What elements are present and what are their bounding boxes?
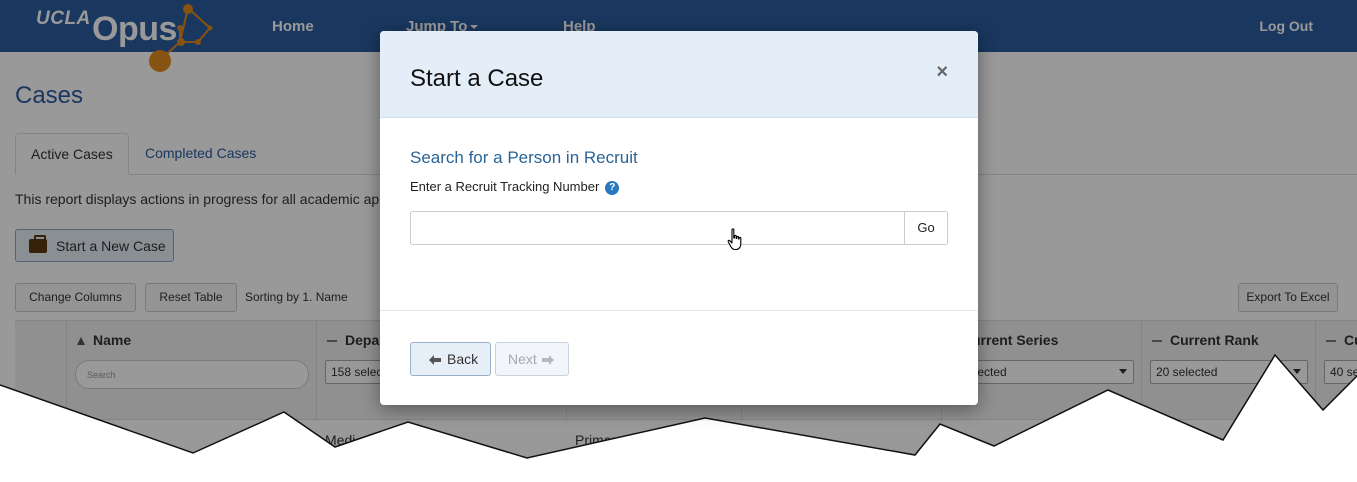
close-icon[interactable]: × <box>936 62 948 82</box>
tracking-number-label-text: Enter a Recruit Tracking Number <box>410 179 600 194</box>
modal-footer: Back Next <box>380 310 978 405</box>
modal-title: Start a Case <box>410 65 544 92</box>
back-button[interactable]: Back <box>410 342 491 376</box>
next-button-label: Next <box>508 351 537 367</box>
tracking-number-label: Enter a Recruit Tracking Number? <box>410 179 620 195</box>
next-button[interactable]: Next <box>495 342 569 376</box>
arrow-left-icon <box>429 355 441 365</box>
search-recruit-heading: Search for a Person in Recruit <box>410 148 638 167</box>
back-button-label: Back <box>447 351 479 367</box>
start-case-modal: Start a Case × Search for a Person in Re… <box>380 31 978 405</box>
recruit-tracking-input[interactable] <box>410 211 905 245</box>
modal-header: Start a Case × <box>380 31 978 118</box>
go-button[interactable]: Go <box>904 211 948 245</box>
arrow-right-icon <box>542 355 554 365</box>
hand-cursor-icon <box>727 228 742 251</box>
help-icon[interactable]: ? <box>605 180 620 195</box>
